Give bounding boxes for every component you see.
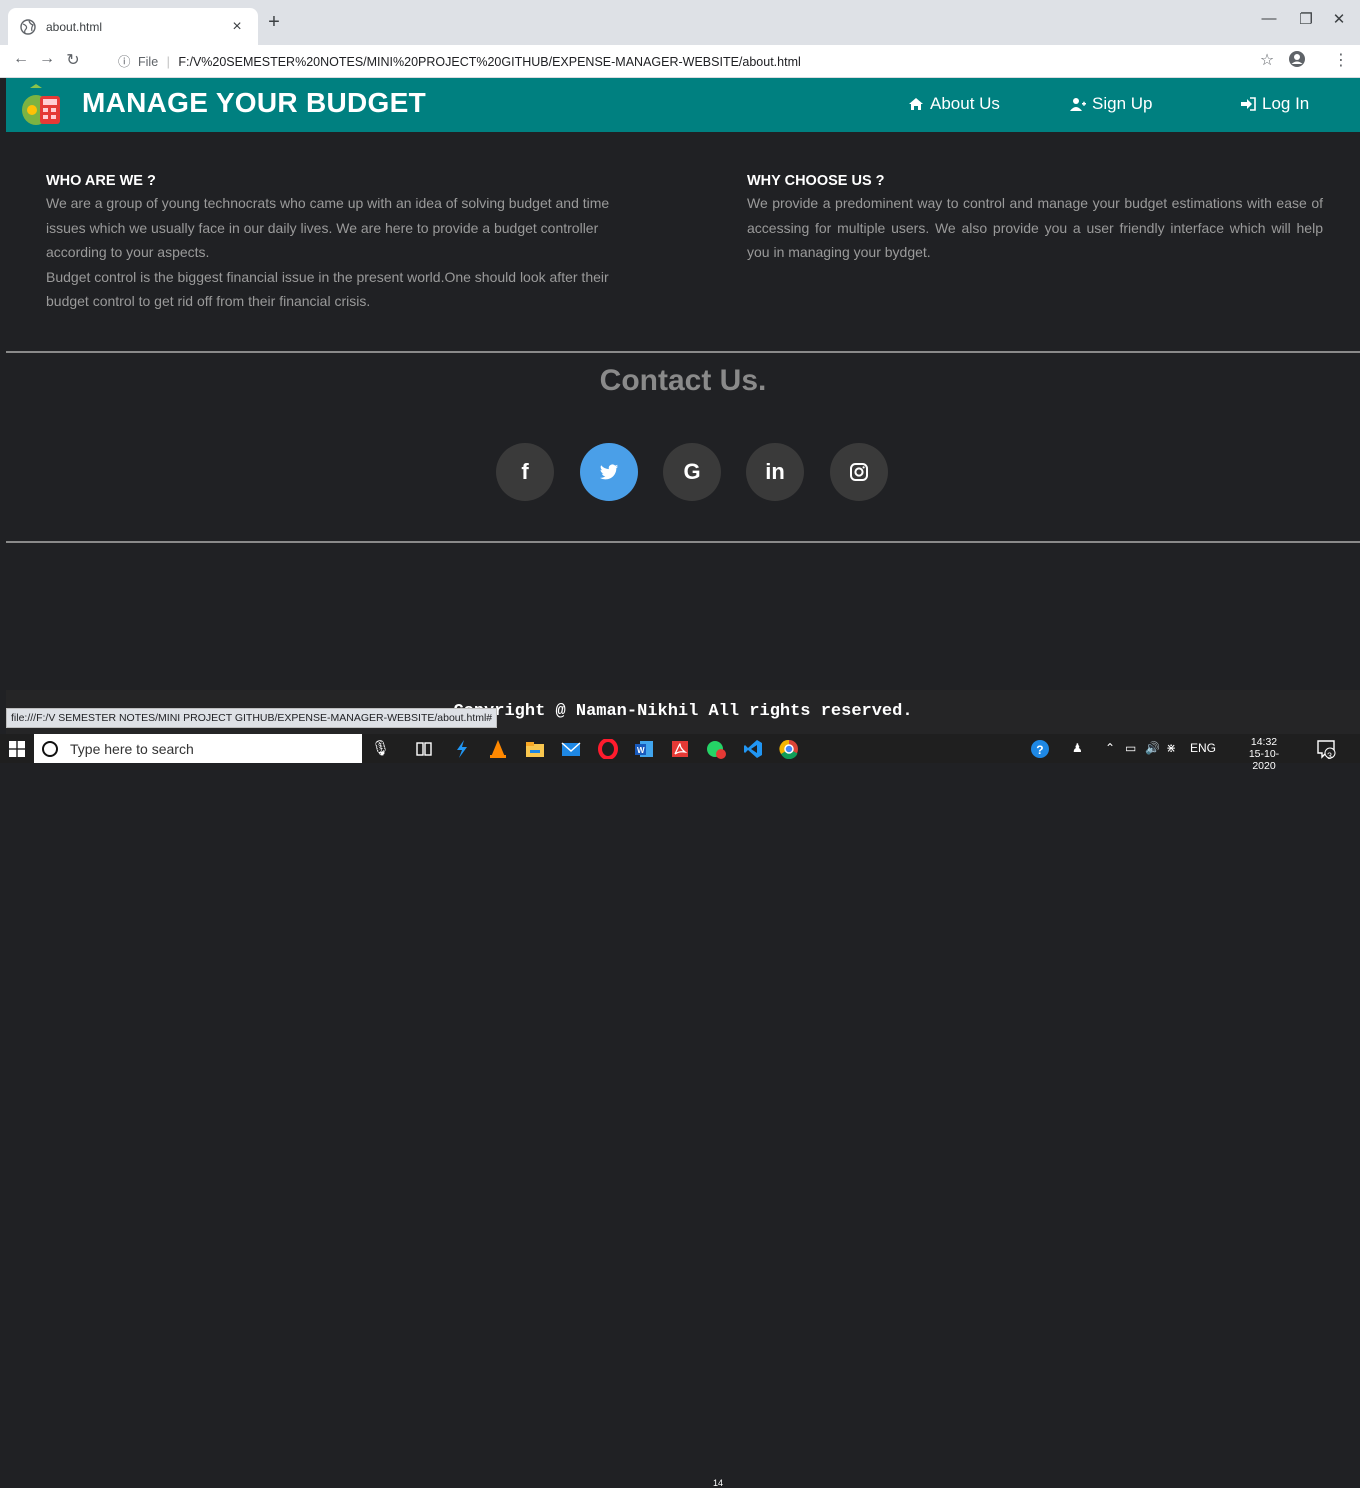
opera-icon[interactable] — [598, 739, 618, 759]
whatsapp-icon[interactable] — [706, 739, 726, 759]
url-scheme-label: File — [138, 55, 159, 69]
wifi-icon[interactable]: ⋇ — [1166, 741, 1176, 755]
people-icon[interactable]: ♟ — [1072, 741, 1083, 755]
whatsapp-badge-count: 14 — [713, 1478, 724, 1488]
cortana-icon — [42, 740, 58, 757]
sign-in-icon — [1241, 97, 1256, 111]
brand-title[interactable]: MANAGE YOUR BUDGET — [82, 87, 426, 119]
profile-icon[interactable] — [1286, 50, 1308, 73]
site-header: MANAGE YOUR BUDGET About Us Sign Up Log … — [6, 78, 1360, 132]
back-icon[interactable]: ← — [10, 50, 32, 68]
clock-time: 14:32 — [1250, 736, 1278, 748]
chrome-active-icon[interactable] — [779, 739, 889, 759]
language-indicator[interactable]: ENG — [1190, 741, 1216, 755]
windows-taskbar: Type here to search 🎙 W 14 ? ♟ ⌃ ▭ 🔊 ⋇ E… — [0, 734, 1360, 1488]
divider — [6, 351, 1360, 353]
tab-close-icon[interactable]: × — [228, 18, 246, 36]
svg-text:W: W — [637, 746, 645, 755]
nav-about-us[interactable]: About Us — [908, 94, 1000, 114]
new-tab-button[interactable]: + — [265, 11, 283, 34]
facebook-icon[interactable]: f — [496, 443, 554, 501]
home-icon — [909, 98, 923, 110]
vlc-icon[interactable] — [488, 739, 508, 759]
contact-us-heading: Contact Us. — [599, 364, 767, 397]
svg-text:?: ? — [1036, 743, 1043, 757]
page-content: WHO ARE WE ? We are a group of young tec… — [6, 132, 1360, 690]
menu-kebab-icon[interactable]: ⋮ — [1330, 50, 1352, 70]
browser-tab-bar: about.html × + — ❐ ✕ — [0, 0, 1360, 45]
address-bar-row: ← → ↻ ⓘ File | F:/V%20SEMESTER%20NOTES/M… — [0, 45, 1360, 78]
close-window-icon[interactable]: ✕ — [1324, 10, 1354, 28]
reload-icon[interactable]: ↻ — [62, 50, 84, 70]
bookmark-star-icon[interactable]: ☆ — [1256, 50, 1278, 70]
word-icon[interactable]: W — [634, 739, 654, 759]
acrobat-icon[interactable] — [670, 739, 690, 759]
globe-icon — [20, 18, 36, 35]
tray-chevron-up-icon[interactable]: ⌃ — [1105, 741, 1115, 755]
url-field[interactable]: ⓘ File | F:/V%20SEMESTER%20NOTES/MINI%20… — [118, 50, 801, 74]
minimize-icon[interactable]: — — [1254, 10, 1284, 27]
notification-count: 3 — [1327, 751, 1333, 761]
who-are-we-text: We are a group of young technocrats who … — [46, 195, 610, 260]
help-icon[interactable]: ? — [1030, 739, 1050, 759]
tab-title: about.html — [46, 19, 103, 34]
user-plus-icon — [1070, 98, 1086, 111]
forward-icon[interactable]: → — [36, 50, 58, 68]
maximize-icon[interactable]: ❐ — [1291, 10, 1321, 28]
link-status-bubble: file:///F:/V SEMESTER NOTES/MINI PROJECT… — [6, 708, 498, 728]
microphone-icon[interactable]: 🎙 — [371, 739, 390, 757]
taskbar-clock[interactable]: 14:32 15-10-2020 — [1240, 736, 1288, 772]
url-separator: | — [166, 55, 170, 69]
nav-about-us-label: About Us — [930, 94, 1000, 113]
twitter-icon[interactable] — [580, 443, 638, 501]
who-are-we-section: WHO ARE WE ? We are a group of young tec… — [46, 173, 636, 314]
url-text: F:/V%20SEMESTER%20NOTES/MINI%20PROJECT%2… — [178, 55, 801, 69]
clock-date: 15-10-2020 — [1248, 748, 1280, 772]
money-bag-calculator-icon — [22, 84, 60, 125]
taskbar-search-input[interactable]: Type here to search — [34, 734, 362, 763]
why-choose-us-text: We provide a predominent way to control … — [747, 195, 1323, 260]
taskbar-search-placeholder: Type here to search — [70, 740, 194, 757]
nav-sign-up-label: Sign Up — [1092, 94, 1153, 113]
mail-icon[interactable] — [561, 739, 581, 759]
volume-icon[interactable]: 🔊 — [1145, 741, 1160, 755]
browser-tab[interactable]: about.html × — [8, 8, 258, 45]
why-choose-us-heading: WHY CHOOSE US ? — [747, 173, 885, 189]
linkedin-icon[interactable]: in — [746, 443, 804, 501]
vscode-icon[interactable] — [743, 739, 763, 759]
file-explorer-icon[interactable] — [525, 739, 545, 759]
notification-center-icon[interactable] — [1316, 739, 1336, 759]
info-icon[interactable]: ⓘ — [118, 55, 131, 69]
why-choose-us-section: WHY CHOOSE US ? We provide a predominent… — [747, 173, 1323, 265]
google-icon[interactable]: G — [663, 443, 721, 501]
nav-sign-up[interactable]: Sign Up — [1070, 94, 1152, 114]
instagram-icon[interactable] — [830, 443, 888, 501]
battery-icon[interactable]: ▭ — [1125, 741, 1136, 755]
divider — [6, 541, 1360, 543]
nav-log-in-label: Log In — [1262, 94, 1310, 113]
bolt-app-icon[interactable] — [452, 739, 472, 759]
task-view-icon[interactable] — [414, 739, 434, 759]
who-are-we-text-2: Budget control is the biggest financial … — [46, 268, 609, 310]
nav-log-in[interactable]: Log In — [1240, 94, 1309, 114]
who-are-we-heading: WHO ARE WE ? — [46, 173, 156, 189]
windows-start-icon[interactable] — [9, 741, 25, 757]
